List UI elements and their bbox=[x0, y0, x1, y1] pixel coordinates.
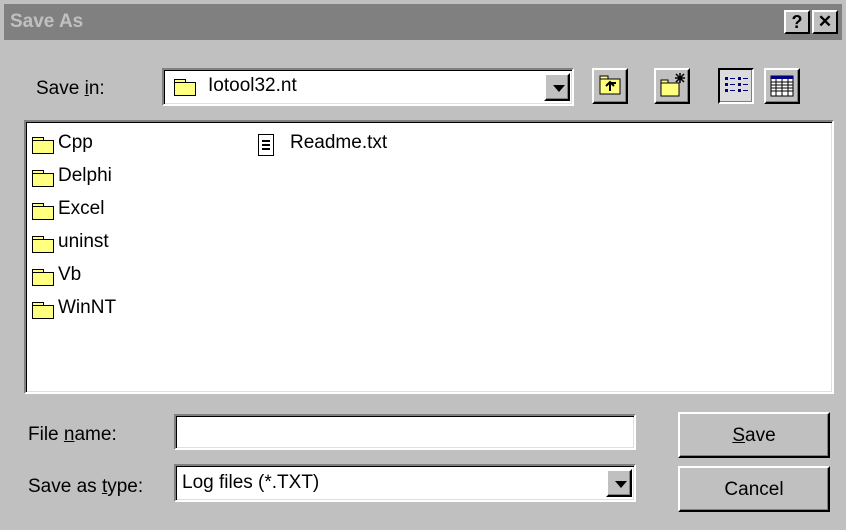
save-as-type-dropdown-button[interactable] bbox=[606, 469, 632, 497]
file-name: Cpp bbox=[58, 132, 93, 153]
file-name: uninst bbox=[58, 231, 109, 252]
folder-icon bbox=[32, 269, 54, 286]
close-button[interactable]: ✕ bbox=[812, 10, 838, 34]
file-name: Vb bbox=[58, 264, 82, 285]
save-in-label: Save in: bbox=[36, 78, 105, 99]
file-name: Excel bbox=[58, 198, 105, 219]
up-one-level-icon bbox=[599, 75, 621, 95]
cancel-button[interactable]: Cancel bbox=[678, 466, 830, 512]
file-list[interactable]: Cpp Delphi Excel uninst Vb WinNT Readme.… bbox=[24, 120, 834, 394]
save-in-combobox[interactable]: Iotool32.nt bbox=[162, 68, 574, 106]
text-file-icon bbox=[258, 134, 274, 156]
details-view-icon bbox=[770, 75, 794, 97]
list-item-delphi[interactable]: Delphi bbox=[30, 165, 180, 191]
file-name-label: File name: bbox=[28, 424, 117, 445]
open-folder-icon bbox=[174, 79, 196, 96]
list-view-button[interactable] bbox=[718, 68, 754, 104]
save-button-label: Save bbox=[732, 425, 776, 446]
save-as-type-select[interactable]: Log files (*.TXT) bbox=[174, 464, 636, 502]
list-item-readme[interactable]: Readme.txt bbox=[254, 132, 454, 158]
save-as-type-label: Save as type: bbox=[28, 476, 144, 497]
file-name: Delphi bbox=[58, 165, 112, 186]
folder-icon bbox=[32, 302, 54, 319]
new-folder-icon bbox=[660, 73, 685, 97]
chevron-down-icon bbox=[553, 85, 565, 92]
file-name: WinNT bbox=[58, 297, 117, 318]
list-item-cpp[interactable]: Cpp bbox=[30, 132, 180, 158]
details-view-button[interactable] bbox=[764, 68, 800, 104]
save-in-value: Iotool32.nt bbox=[208, 75, 297, 96]
list-item-winnt[interactable]: WinNT bbox=[30, 297, 180, 323]
list-item-uninst[interactable]: uninst bbox=[30, 231, 180, 257]
list-item-excel[interactable]: Excel bbox=[30, 198, 180, 224]
save-as-type-value: Log files (*.TXT) bbox=[182, 472, 320, 493]
title-bar[interactable]: Save As ? ✕ bbox=[4, 4, 842, 40]
up-one-level-button[interactable] bbox=[592, 68, 628, 104]
folder-icon bbox=[32, 170, 54, 187]
cancel-button-label: Cancel bbox=[724, 479, 784, 500]
save-as-dialog: Save As ? ✕ Save in: Iotool32.nt Cpp Del… bbox=[0, 0, 846, 530]
file-name-field[interactable] bbox=[174, 414, 636, 450]
save-in-dropdown-button[interactable] bbox=[544, 73, 570, 101]
save-button[interactable]: Save bbox=[678, 412, 830, 458]
list-view-icon bbox=[725, 77, 748, 92]
folder-icon bbox=[32, 137, 54, 154]
file-name: Readme.txt bbox=[290, 132, 388, 153]
folder-icon bbox=[32, 236, 54, 253]
chevron-down-icon bbox=[615, 481, 627, 488]
create-new-folder-button[interactable] bbox=[654, 68, 690, 104]
folder-icon bbox=[32, 203, 54, 220]
help-button[interactable]: ? bbox=[784, 10, 810, 34]
list-item-vb[interactable]: Vb bbox=[30, 264, 180, 290]
window-title: Save As bbox=[10, 11, 84, 32]
